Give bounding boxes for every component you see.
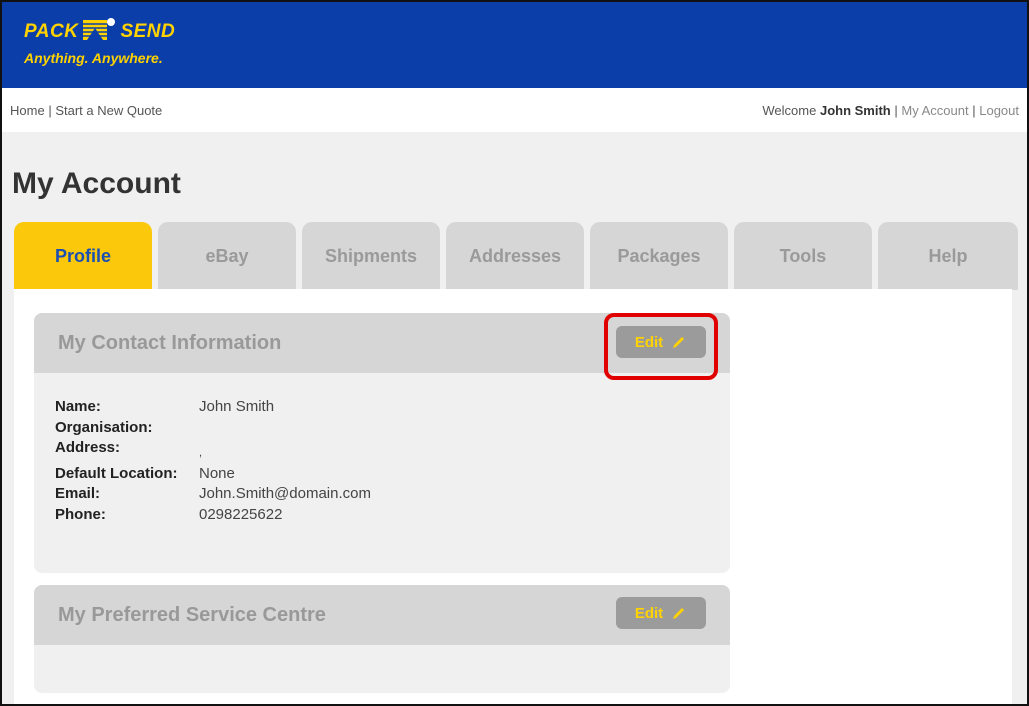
tab-addresses[interactable]: Addresses: [446, 222, 584, 290]
service-centre-card: My Preferred Service Centre Edit: [34, 585, 730, 693]
detail-row-organisation: Organisation:: [55, 418, 371, 439]
detail-row-email: Email: John.Smith@domain.com: [55, 484, 371, 505]
tab-tools[interactable]: Tools: [734, 222, 872, 290]
new-quote-link[interactable]: Start a New Quote: [55, 103, 162, 118]
logo-word-left: PACK: [24, 20, 79, 42]
separator-char: |: [894, 103, 898, 118]
welcome-text: Welcome: [762, 103, 817, 118]
my-account-link[interactable]: My Account: [901, 103, 968, 118]
logo-tagline: Anything. Anywhere.: [24, 50, 163, 66]
separator-char: |: [972, 103, 976, 118]
detail-label: Default Location:: [55, 464, 178, 482]
logo-wordmark: PACK SEND: [24, 16, 175, 47]
logout-link[interactable]: Logout: [979, 103, 1019, 118]
detail-label: Organisation:: [55, 418, 153, 436]
nav-right: Welcome John Smith | My Account | Logout: [762, 103, 1019, 118]
detail-label: Phone:: [55, 505, 106, 523]
edit-label: Edit: [634, 604, 664, 622]
brand-logo[interactable]: PACK SEND Anything. Anywhere.: [24, 16, 175, 66]
user-name: John Smith: [819, 103, 891, 118]
contact-info-title: My Contact Information: [58, 332, 282, 354]
main-content: My Account Profile eBay Shipments Addres…: [2, 132, 1027, 704]
service-centre-body: [34, 645, 730, 693]
tab-packages[interactable]: Packages: [590, 222, 728, 290]
detail-label: Address:: [55, 439, 121, 456]
detail-value: None: [199, 464, 235, 482]
home-link[interactable]: Home: [10, 103, 45, 118]
detail-label: Name:: [55, 398, 101, 415]
service-centre-title: My Preferred Service Centre: [58, 604, 326, 626]
detail-label: Email:: [55, 485, 101, 502]
page-title: My Account: [12, 167, 181, 200]
edit-contact-button[interactable]: Edit: [616, 326, 706, 358]
detail-row-default-location: Default Location: None: [55, 464, 371, 485]
nav-left: Home | Start a New Quote: [10, 103, 162, 118]
top-nav: Home | Start a New Quote Welcome John Sm…: [2, 88, 1027, 132]
browser-frame: PACK SEND Anything. Anywhere. Home | Sta…: [0, 0, 1029, 706]
profile-panel: My Contact Information Edit Name: John S…: [14, 289, 1012, 704]
edit-label: Edit: [634, 333, 664, 351]
package-icon: [81, 16, 117, 47]
detail-row-phone: Phone: 0298225622: [55, 505, 371, 526]
edit-service-centre-button[interactable]: Edit: [616, 597, 706, 629]
logo-word-right: SEND: [120, 20, 176, 42]
tab-help[interactable]: Help: [878, 222, 1018, 290]
account-tabs: Profile eBay Shipments Addresses Package…: [14, 222, 1018, 290]
service-centre-header: My Preferred Service Centre Edit: [34, 585, 730, 645]
site-header: PACK SEND Anything. Anywhere.: [2, 2, 1027, 88]
contact-info-card: My Contact Information Edit Name: John S…: [34, 313, 730, 573]
detail-value: 0298225622: [199, 505, 283, 523]
tab-profile[interactable]: Profile: [14, 222, 152, 290]
tab-ebay[interactable]: eBay: [158, 222, 296, 290]
detail-row-name: Name: John Smith: [55, 397, 371, 418]
contact-details: Name: John Smith Organisation: Address: …: [55, 397, 371, 525]
detail-value: ,: [199, 447, 203, 459]
pencil-icon: [673, 608, 685, 619]
detail-row-address: Address: ,: [55, 438, 371, 464]
separator-char: |: [48, 103, 52, 118]
detail-value: John.Smith@domain.com: [199, 485, 371, 502]
detail-value: John Smith: [199, 398, 275, 415]
contact-info-header: My Contact Information Edit: [34, 313, 730, 380]
pencil-icon: [673, 337, 685, 348]
tab-shipments[interactable]: Shipments: [302, 222, 440, 290]
